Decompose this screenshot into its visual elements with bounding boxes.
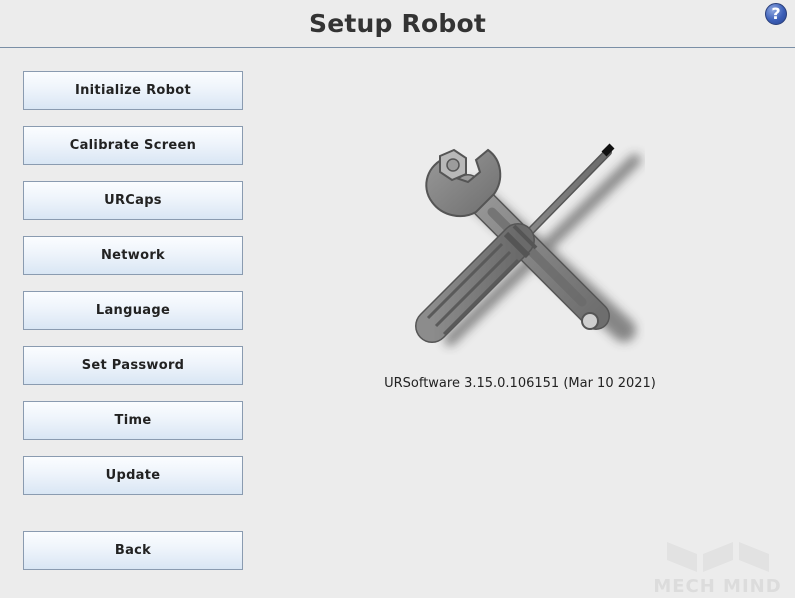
watermark-logo: MECH MIND — [645, 538, 790, 597]
initialize-robot-button[interactable]: Initialize Robot — [23, 71, 243, 110]
watermark-text: MECH MIND — [653, 576, 782, 597]
header-bar: Setup Robot — [0, 0, 795, 48]
urcaps-button[interactable]: URCaps — [23, 181, 243, 220]
software-version-label: URSoftware 3.15.0.106151 (Mar 10 2021) — [384, 376, 656, 391]
network-button[interactable]: Network — [23, 236, 243, 275]
help-icon[interactable]: ? — [765, 3, 787, 25]
time-button[interactable]: Time — [23, 401, 243, 440]
page-title: Setup Robot — [309, 9, 486, 38]
back-button[interactable]: Back — [23, 531, 243, 570]
calibrate-screen-button[interactable]: Calibrate Screen — [23, 126, 243, 165]
update-button[interactable]: Update — [23, 456, 243, 495]
language-button[interactable]: Language — [23, 291, 243, 330]
wrench-screwdriver-icon — [415, 143, 641, 346]
mech-mind-logo-icon — [667, 542, 769, 572]
set-password-button[interactable]: Set Password — [23, 346, 243, 385]
